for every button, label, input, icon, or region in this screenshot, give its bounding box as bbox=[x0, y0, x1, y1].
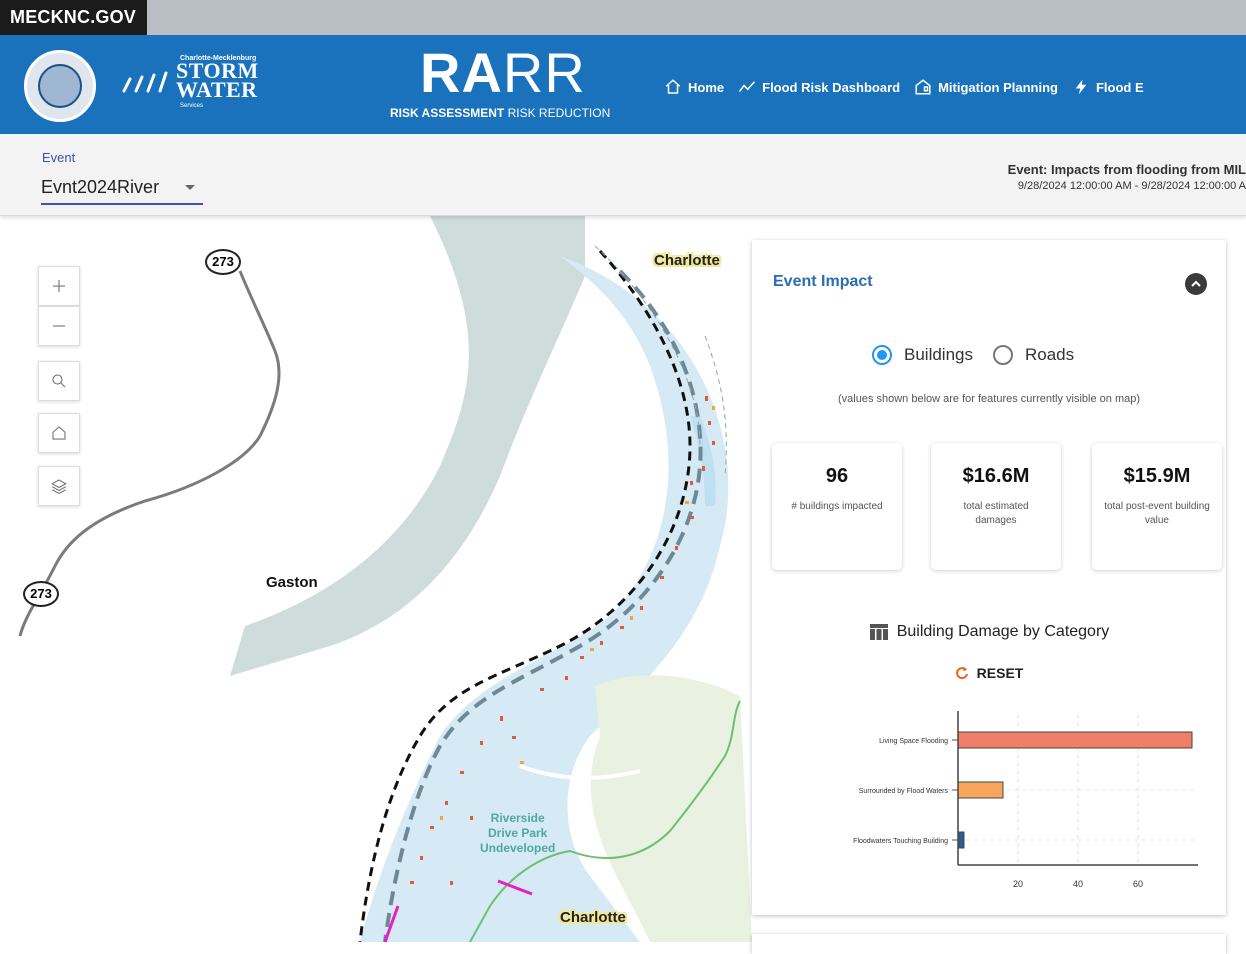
storm-water-services-text: Services bbox=[180, 103, 204, 109]
event-bar: Event Evnt2024River Event: Impacts from … bbox=[0, 134, 1246, 216]
event-select-label: Event bbox=[42, 150, 76, 165]
refresh-icon bbox=[955, 667, 968, 680]
stat-card-damages: $16.6M total estimated damages bbox=[931, 443, 1061, 570]
rarr-logo: RARR RISK ASSESSMENT RISK REDUCTION bbox=[390, 41, 611, 121]
chevron-up-icon bbox=[1191, 280, 1201, 287]
stat-card-buildings: 96 # buildings impacted bbox=[772, 443, 902, 570]
map-canvas[interactable] bbox=[0, 216, 752, 942]
radio-buildings[interactable]: Buildings bbox=[872, 345, 973, 365]
building-icon bbox=[915, 79, 931, 95]
radio-unchecked-icon bbox=[993, 345, 1013, 365]
chart-x-tick-label: 40 bbox=[1073, 879, 1083, 889]
map-label-charlotte-top: Charlotte bbox=[654, 252, 720, 269]
damage-bar-chart: 20 40 60 Living Space Flooding Surrounded by… bbox=[853, 711, 1198, 889]
table-icon bbox=[869, 624, 888, 640]
route-273-shield-top: 273 bbox=[205, 249, 241, 275]
map-label-charlotte-bottom: Charlotte bbox=[560, 909, 626, 926]
chart-x-tick-label: 60 bbox=[1133, 879, 1143, 889]
event-select[interactable]: Evnt2024River bbox=[41, 172, 203, 205]
chart-x-tick-label: 20 bbox=[1013, 879, 1023, 889]
main-nav: Home Flood Risk Dashboard Mitigation Pla… bbox=[664, 78, 1144, 96]
event-info: Event: Impacts from flooding from MIL 9/… bbox=[1007, 162, 1246, 192]
event-impact-panel: Event Impact Buildings Roads (values sho… bbox=[752, 240, 1226, 915]
chart-category-label: Floodwaters Touching Building bbox=[853, 838, 948, 845]
zoom-out-button[interactable] bbox=[38, 306, 80, 346]
map-search-button[interactable] bbox=[38, 361, 80, 401]
map-home-button[interactable] bbox=[38, 413, 80, 453]
zoom-in-button[interactable] bbox=[38, 266, 80, 306]
stat-card-post-event-value: $15.9M total post-event building value bbox=[1092, 443, 1222, 570]
county-seal-logo bbox=[24, 50, 96, 122]
home-icon bbox=[52, 426, 66, 440]
map-label-park: Riverside Drive Park Undeveloped bbox=[480, 811, 556, 855]
radio-roads[interactable]: Roads bbox=[993, 345, 1074, 365]
chart-line-icon bbox=[739, 81, 756, 92]
plus-icon bbox=[53, 280, 65, 292]
route-273-shield-left: 273 bbox=[23, 581, 59, 607]
chart-category-label: Living Space Flooding bbox=[879, 738, 948, 745]
chart-bar bbox=[957, 781, 1004, 799]
collapse-button[interactable] bbox=[1185, 273, 1207, 295]
nav-flood-events[interactable]: Flood E bbox=[1072, 78, 1144, 96]
layers-button[interactable] bbox=[38, 466, 80, 506]
radio-checked-icon bbox=[872, 345, 892, 365]
chart-title: Building Damage by Category bbox=[752, 623, 1226, 641]
storm-water-logo: Charlotte-Mecklenburg STORM WATER Servic… bbox=[116, 55, 266, 115]
map-view[interactable]: 273 273 Gaston Charlotte Charlotte River… bbox=[0, 216, 752, 942]
panel-title: Event Impact bbox=[773, 273, 873, 290]
minus-icon bbox=[53, 325, 65, 327]
gov-bar bbox=[0, 0, 1246, 35]
map-label-gaston: Gaston bbox=[266, 574, 318, 591]
lightning-icon bbox=[1075, 79, 1087, 95]
secondary-panel bbox=[752, 934, 1226, 954]
chart-category-label: Surrounded by Flood Waters bbox=[859, 788, 949, 795]
search-icon bbox=[52, 374, 66, 388]
app-header: Charlotte-Mecklenburg STORM WATER Servic… bbox=[0, 35, 1246, 134]
nav-home[interactable]: Home bbox=[664, 78, 724, 96]
nav-flood-risk-dashboard[interactable]: Flood Risk Dashboard bbox=[738, 78, 900, 96]
feature-type-radio-group: Buildings Roads bbox=[872, 345, 1074, 365]
visible-features-note: (values shown below are for features cur… bbox=[837, 393, 1141, 405]
reset-button[interactable]: RESET bbox=[752, 665, 1226, 681]
layers-icon bbox=[51, 479, 67, 495]
chart-bar bbox=[957, 831, 965, 849]
home-icon bbox=[665, 79, 681, 94]
chart-bar bbox=[957, 731, 1193, 749]
rain-drops-icon bbox=[122, 71, 168, 93]
gov-link[interactable]: MECKNC.GOV bbox=[0, 0, 147, 35]
nav-mitigation-planning[interactable]: Mitigation Planning bbox=[914, 78, 1058, 96]
storm-water-wordmark: STORM WATER bbox=[176, 58, 259, 102]
caret-down-icon bbox=[185, 185, 195, 190]
